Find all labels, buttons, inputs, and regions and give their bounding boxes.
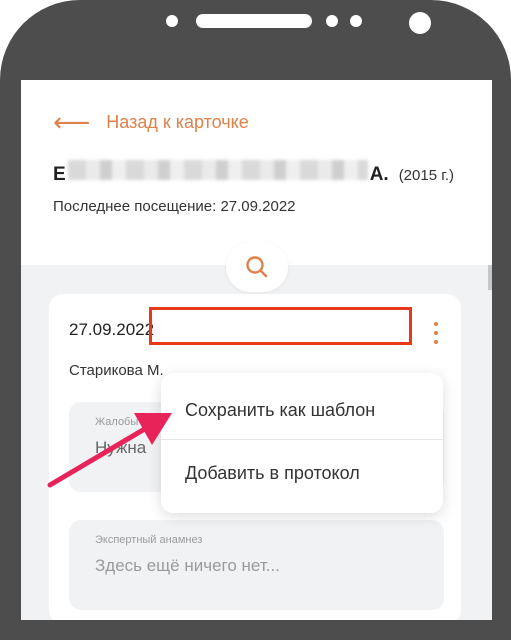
front-camera [409,12,431,34]
phone-frame: ⟵ Назад к карточке Е А. (2015 г.) Послед… [0,0,511,640]
menu-divider [161,439,443,440]
back-link[interactable]: ⟵ Назад к карточке [53,107,249,137]
phone-top-bar [0,0,511,50]
search-button[interactable] [226,242,288,292]
patient-header: ⟵ Назад к карточке Е А. (2015 г.) Послед… [21,80,492,265]
complaints-label: Жалобы [95,416,139,428]
sensor-dot [326,15,338,27]
patient-birth-year: (2015 г.) [398,167,455,184]
menu-item-add-protocol[interactable]: Добавить в протокол [185,463,360,484]
complaints-value: Нужна [95,438,147,457]
doctor-name: Старикова М. [69,362,164,379]
kebab-menu-icon[interactable] [433,322,439,344]
patient-name: Е [53,164,66,185]
redacted-name [67,160,368,180]
anamnesis-label: Экспертный анамнез [95,534,203,546]
last-visit: Последнее посещение: 27.09.2022 [53,198,296,215]
arrow-left-icon: ⟵ [53,107,91,137]
patient-initial: А. [369,164,389,185]
menu-item-save-template[interactable]: Сохранить как шаблон [185,400,375,421]
camera-dot [166,15,178,27]
context-menu: Сохранить как шаблон Добавить в протокол [161,373,443,513]
anamnesis-value: Здесь ещё ничего нет... [95,556,280,575]
search-icon [246,256,268,278]
scrollbar[interactable] [488,265,492,290]
patient-name-row: Е А. (2015 г.) [53,160,473,186]
sensor-dot [350,15,362,27]
back-label: Назад к карточке [106,111,249,132]
speaker-grille [196,14,312,28]
app-screen: ⟵ Назад к карточке Е А. (2015 г.) Послед… [21,80,492,620]
visit-date: 27.09.2022 [69,320,155,339]
